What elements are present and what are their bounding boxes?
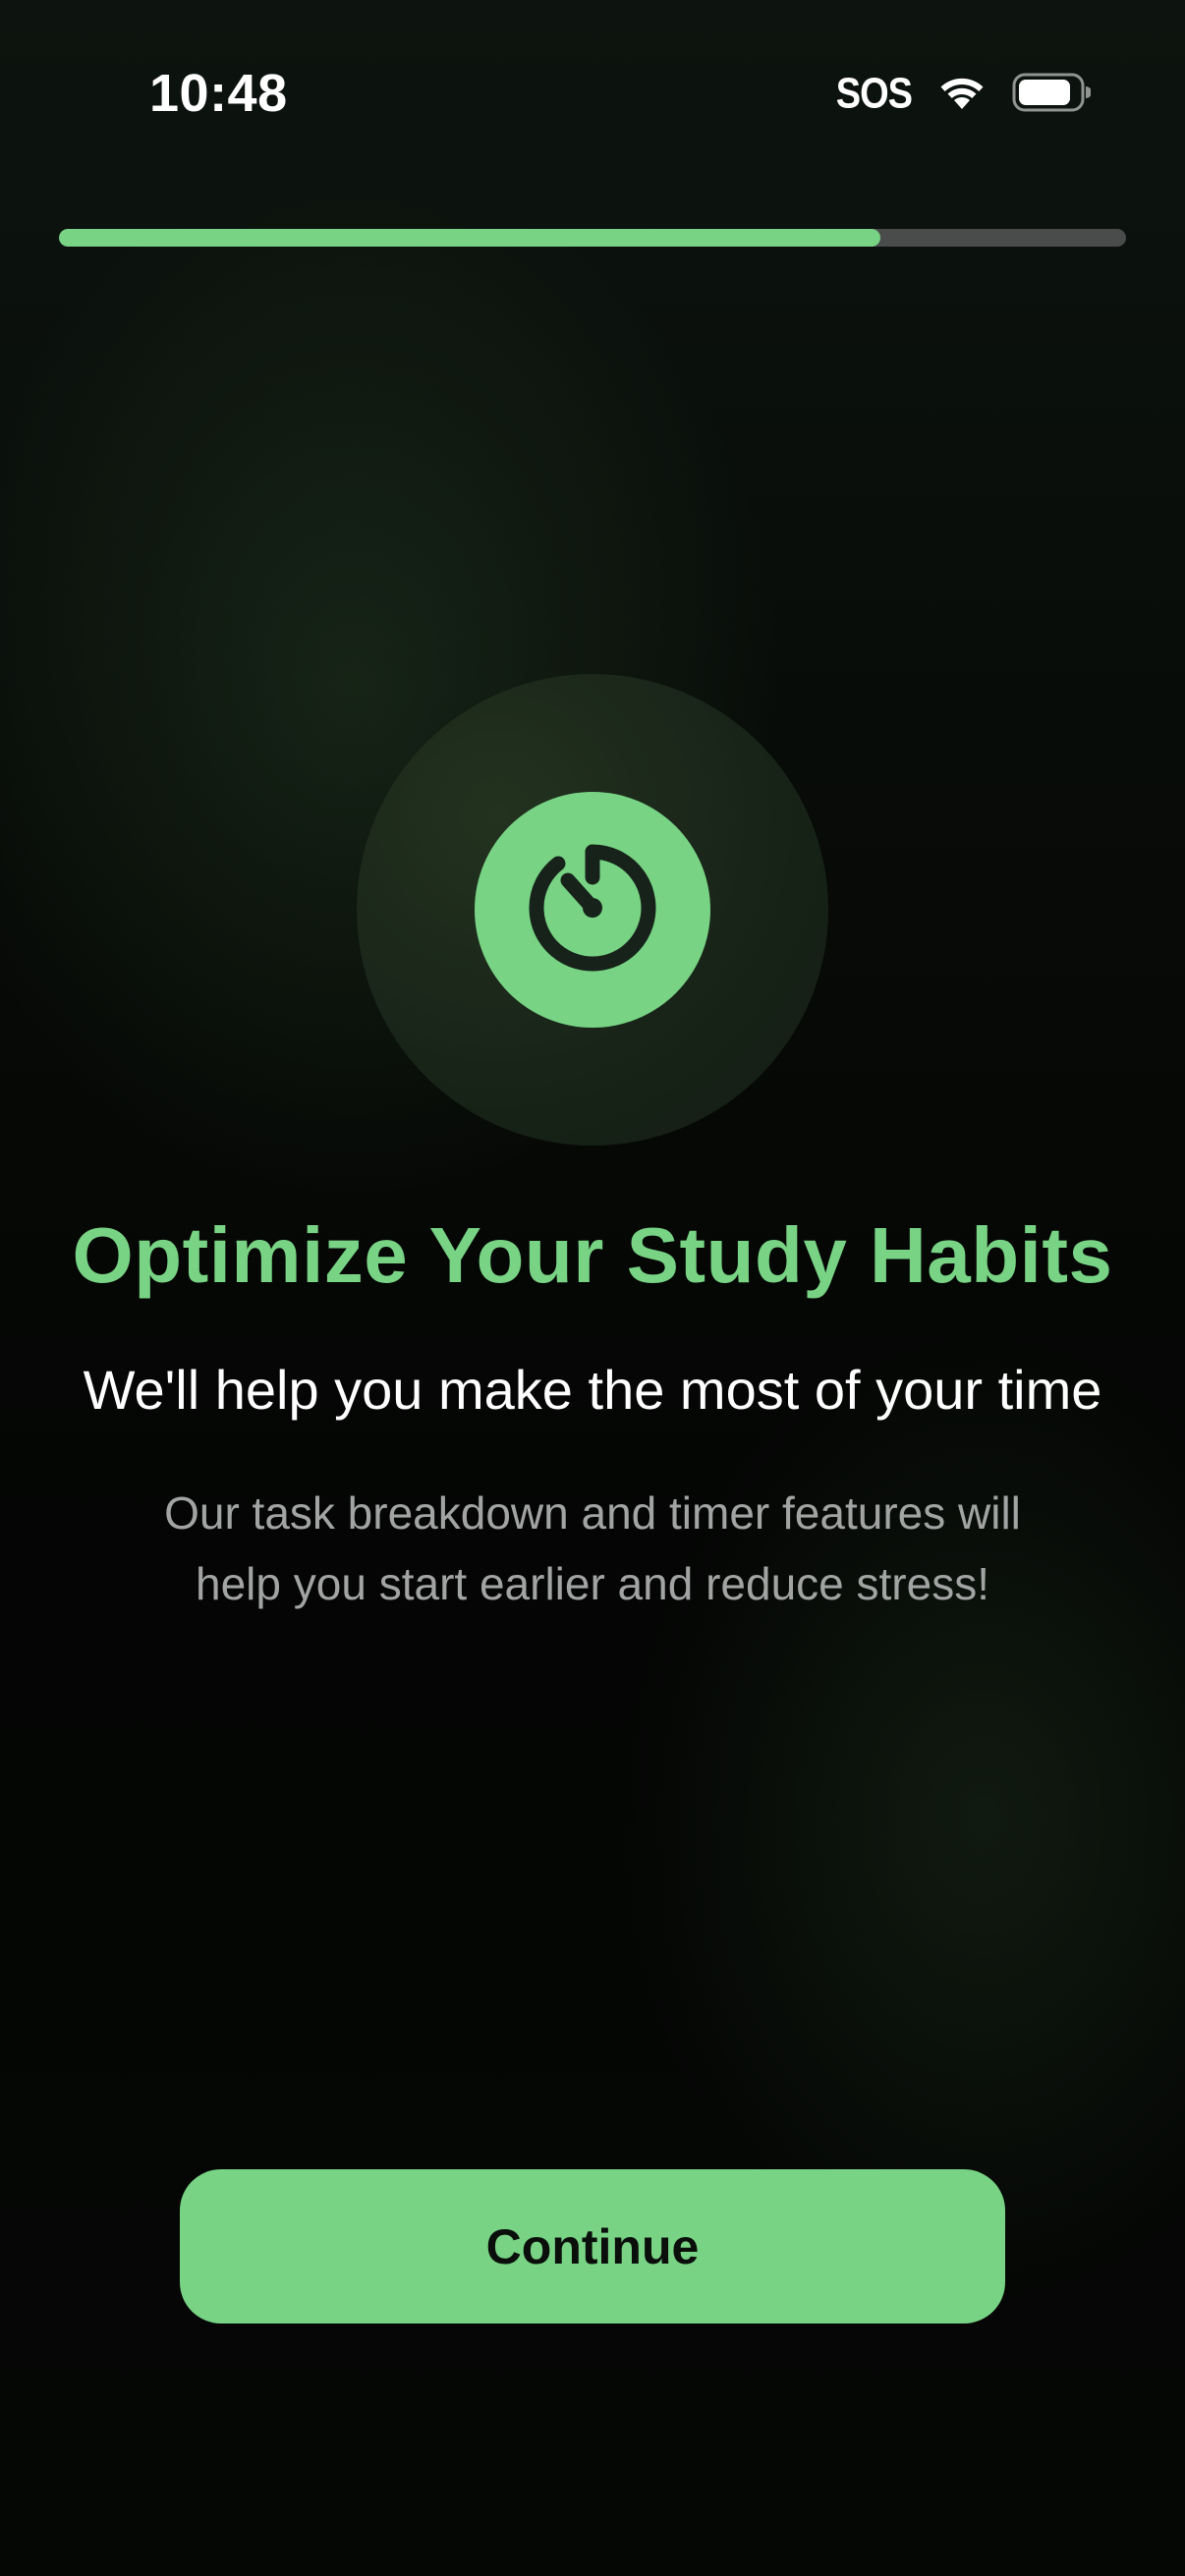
- status-bar: 10:48 SOS: [0, 0, 1185, 187]
- icon-disc: [475, 792, 710, 1028]
- continue-button[interactable]: Continue: [180, 2169, 1005, 2324]
- onboarding-progress-bar: [59, 229, 1126, 247]
- status-time: 10:48: [149, 64, 288, 123]
- page-title: Optimize Your Study Habits: [72, 1211, 1113, 1299]
- progress-fill: [59, 229, 881, 247]
- description-text: Our task breakdown and timer features wi…: [164, 1487, 1021, 1609]
- page-subtitle: We'll help you make the most of your tim…: [83, 1359, 1102, 1421]
- battery-icon: [1012, 73, 1092, 117]
- icon-halo: [357, 674, 828, 1146]
- timer-icon: [519, 834, 666, 986]
- wifi-icon: [937, 74, 987, 116]
- onboarding-screen: 10:48 SOS Optimize Your Study Habits We'…: [0, 0, 1185, 2576]
- sos-indicator: SOS: [835, 70, 913, 118]
- status-indicators: SOS: [835, 70, 1092, 118]
